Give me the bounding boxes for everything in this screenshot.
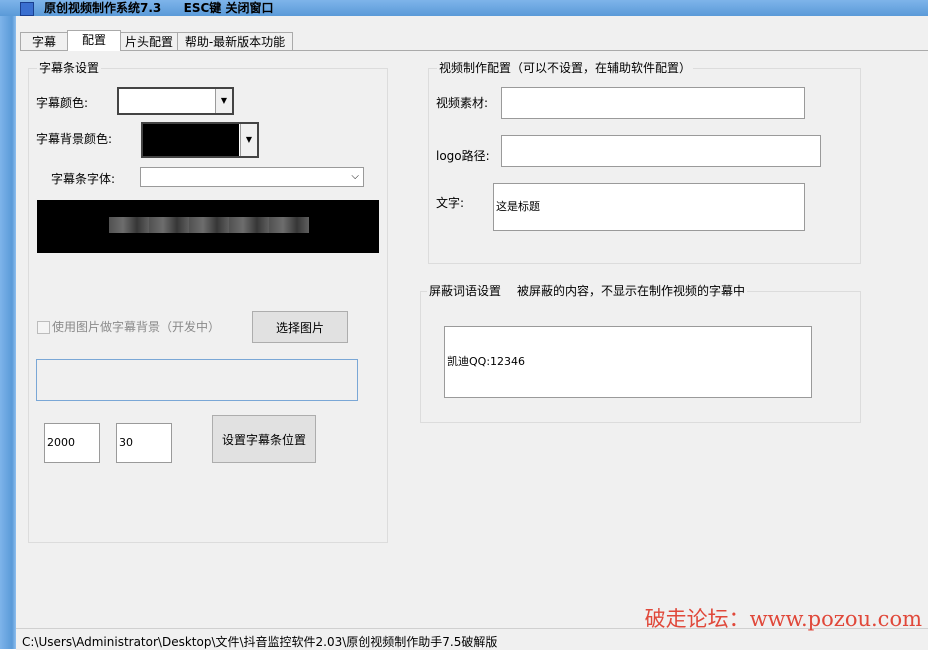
- client-area: 字幕 配置 片头配置 帮助-最新版本功能 字幕条设置 字幕颜色: ▼ 字幕背景颜…: [16, 16, 928, 650]
- use-image-checkbox[interactable]: [37, 321, 50, 334]
- tab-intro-config[interactable]: 片头配置: [120, 32, 178, 51]
- title-bar[interactable]: 原创视频制作系统7.3 ESC键 关闭窗口: [0, 0, 928, 16]
- subtitle-bar-group-title: 字幕条设置: [37, 61, 102, 75]
- window-left-border: [0, 0, 16, 649]
- tab-subtitle[interactable]: 字幕: [20, 32, 68, 51]
- status-path: C:\Users\Administrator\Desktop\文件\抖音监控软件…: [22, 635, 498, 649]
- text-label: 文字:: [436, 196, 465, 210]
- window-hint: ESC键 关闭窗口: [183, 1, 274, 15]
- position-y-input[interactable]: 30: [116, 423, 172, 463]
- window-title: 原创视频制作系统7.3 ESC键 关闭窗口: [44, 1, 273, 15]
- text-input[interactable]: 这是标题: [493, 183, 805, 231]
- blurred-preview-text: [109, 217, 309, 233]
- block-words-title: 屏蔽词语设置: [429, 284, 502, 298]
- subtitle-font-label: 字幕条字体:: [51, 172, 116, 186]
- block-words-group: 屏蔽词语设置 被屏蔽的内容，不显示在制作视频的字幕中 凯迪QQ:12346: [420, 284, 861, 423]
- subtitle-bg-color-picker[interactable]: ▼: [141, 122, 259, 158]
- image-path-box[interactable]: [36, 359, 358, 401]
- app-icon: [20, 2, 34, 16]
- video-config-group-title: 视频制作配置（可以不设置，在辅助软件配置）: [437, 61, 694, 75]
- position-x-input[interactable]: 2000: [44, 423, 100, 463]
- window-title-text: 原创视频制作系统7.3: [44, 1, 162, 15]
- chevron-down-icon[interactable]: ▼: [240, 124, 257, 156]
- set-position-button[interactable]: 设置字幕条位置: [212, 415, 316, 463]
- subtitle-preview: [37, 200, 379, 253]
- subtitle-color-picker[interactable]: ▼: [117, 87, 234, 115]
- block-words-input[interactable]: 凯迪QQ:12346: [444, 326, 812, 398]
- subtitle-bg-color-swatch: [143, 124, 239, 156]
- tab-config[interactable]: 配置: [67, 30, 121, 51]
- config-tab-panel: 字幕条设置 字幕颜色: ▼ 字幕背景颜色: ▼ 字幕条字体: ⌵ 使用图片做字幕…: [20, 50, 928, 627]
- chevron-down-icon[interactable]: ▼: [215, 89, 232, 113]
- logo-path-input[interactable]: [501, 135, 821, 167]
- subtitle-font-select[interactable]: ⌵: [140, 167, 364, 187]
- subtitle-bg-color-label: 字幕背景颜色:: [36, 132, 113, 146]
- tab-help[interactable]: 帮助-最新版本功能: [177, 32, 293, 51]
- block-words-group-title: 屏蔽词语设置 被屏蔽的内容，不显示在制作视频的字幕中: [427, 284, 748, 298]
- logo-path-label: logo路径:: [436, 149, 490, 163]
- block-words-description: 被屏蔽的内容，不显示在制作视频的字幕中: [517, 284, 746, 298]
- video-config-group: 视频制作配置（可以不设置，在辅助软件配置） 视频素材: logo路径: 文字: …: [428, 61, 861, 264]
- site-watermark: 破走论坛：www.pozou.com: [644, 607, 922, 631]
- subtitle-bar-group: 字幕条设置 字幕颜色: ▼ 字幕背景颜色: ▼ 字幕条字体: ⌵ 使用图片做字幕…: [28, 61, 388, 543]
- material-label: 视频素材:: [436, 96, 489, 110]
- material-input[interactable]: [501, 87, 805, 119]
- tab-bar: 字幕 配置 片头配置 帮助-最新版本功能: [16, 30, 928, 52]
- choose-image-button[interactable]: 选择图片: [252, 311, 348, 343]
- chevron-down-icon[interactable]: ⌵: [351, 168, 359, 186]
- use-image-label: 使用图片做字幕背景（开发中）: [52, 320, 221, 334]
- subtitle-color-swatch: [119, 89, 214, 113]
- subtitle-color-label: 字幕颜色:: [36, 96, 89, 110]
